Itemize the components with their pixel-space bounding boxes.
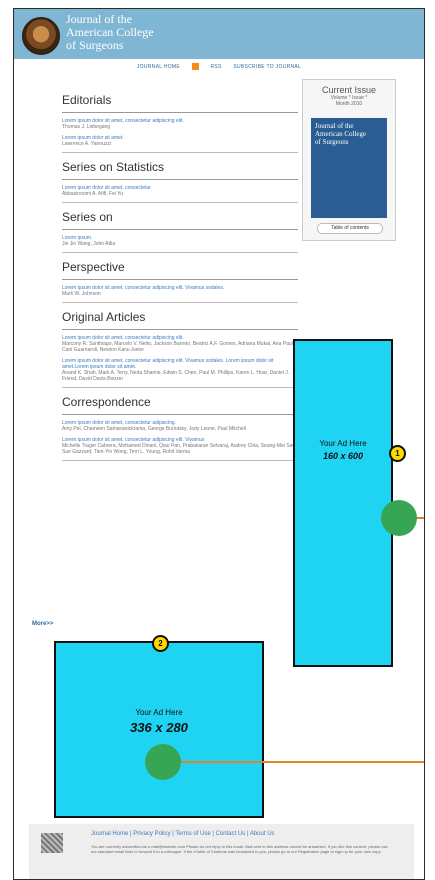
- article-authors: Amy Pei, Chameen Samarawickrama, George …: [62, 426, 246, 432]
- toc-list: Editorials Lorem ipsum dolor sit amet, c…: [62, 93, 298, 468]
- article-link[interactable]: Lorem ipsum dolor sit amet, consectetur …: [62, 358, 298, 370]
- footer-disclaimer: You are currently subscribed as e-mail@e…: [91, 844, 388, 854]
- rss-icon[interactable]: [191, 63, 199, 70]
- section-title: Correspondence: [62, 395, 298, 415]
- article-authors: Abbasinoomi A. Afifi, Fei Yu: [62, 191, 124, 197]
- article-authors: Jie Jin Wang, John Attia: [62, 241, 116, 247]
- ad-size: 336 x 280: [130, 720, 188, 735]
- section-title: Series on: [62, 210, 298, 230]
- section-title: Original Articles: [62, 310, 298, 330]
- marker-badge: 2: [152, 635, 169, 652]
- top-nav: JOURNAL HOME RSS SUBSCRIBE TO JOURNAL: [14, 63, 424, 70]
- cover-line-2: American College: [315, 130, 367, 138]
- college-seal-icon: [22, 17, 60, 55]
- current-issue-box: Current Issue Volume * Issue * Month 201…: [302, 79, 396, 241]
- footer-links[interactable]: Journal Home | Privacy Policy | Terms of…: [91, 831, 275, 837]
- section-statistics: Series on Statistics Lorem ipsum dolor s…: [62, 160, 298, 203]
- section-original-articles: Original Articles Lorem ipsum dolor sit …: [62, 310, 298, 388]
- current-issue-title: Current Issue: [321, 85, 377, 95]
- more-link[interactable]: More>>: [32, 621, 53, 627]
- footer: Journal Home | Privacy Policy | Terms of…: [29, 824, 414, 879]
- hotspot-dot[interactable]: [145, 744, 181, 780]
- article-authors: Thomas J. Liebegang: [62, 124, 111, 130]
- issue-cover-image[interactable]: Journal of the American College of Surge…: [311, 118, 387, 218]
- hotspot-dot[interactable]: [381, 500, 417, 536]
- logo-line-3: of Surgeons: [66, 38, 124, 52]
- section-title: Editorials: [62, 93, 298, 113]
- elsevier-logo-icon: [41, 833, 63, 853]
- article-authors: Lawrence A. Yannuzzi: [62, 141, 112, 147]
- ad-slot-skyscraper[interactable]: Your Ad Here 160 x 600: [293, 339, 393, 667]
- page-frame: Journal of the American College of Surge…: [13, 8, 425, 880]
- section-title: Series on Statistics: [62, 160, 298, 180]
- ad-size: 160 x 600: [322, 451, 364, 461]
- subscribe-link[interactable]: SUBSCRIBE TO JOURNAL: [233, 64, 301, 70]
- journal-home-link[interactable]: JOURNAL HOME: [137, 64, 180, 70]
- section-correspondence: Correspondence Lorem ipsum dolor sit ame…: [62, 395, 298, 461]
- section-title: Perspective: [62, 260, 298, 280]
- section-perspective: Perspective Lorem ipsum dolor sit amet, …: [62, 260, 298, 303]
- table-of-contents-button[interactable]: Table of contents: [317, 223, 383, 234]
- rss-link[interactable]: RSS: [210, 64, 221, 70]
- journal-header: Journal of the American College of Surge…: [14, 9, 424, 59]
- connector-line: [181, 761, 424, 763]
- marker-badge: 1: [389, 445, 406, 462]
- article-authors: Marcony R. Santhiago, Marcelo V. Netto, …: [62, 341, 296, 353]
- ad-label: Your Ad Here: [135, 708, 183, 717]
- journal-logo[interactable]: Journal of the American College of Surge…: [66, 13, 154, 52]
- ad-slot-rectangle[interactable]: Your Ad Here 336 x 280: [54, 641, 264, 818]
- cover-line-1: Journal of the: [315, 122, 354, 130]
- article-authors: Mark W. Johnson: [62, 291, 101, 297]
- article-authors: Anand K. Shah, Mark A. Terry, Neda Shami…: [62, 370, 290, 382]
- article-authors: Michelle Trager Cabrera, Mohamed Dinani,…: [62, 443, 298, 455]
- connector-line: [417, 517, 424, 519]
- ad-label: Your Ad Here: [319, 439, 367, 448]
- section-editorials: Editorials Lorem ipsum dolor sit amet, c…: [62, 93, 298, 153]
- section-series: Series on Lorem ipsum. Jie Jin Wang, Joh…: [62, 210, 298, 253]
- cover-line-3: of Surgeons: [315, 138, 349, 146]
- issue-date: Month 2010: [335, 101, 363, 107]
